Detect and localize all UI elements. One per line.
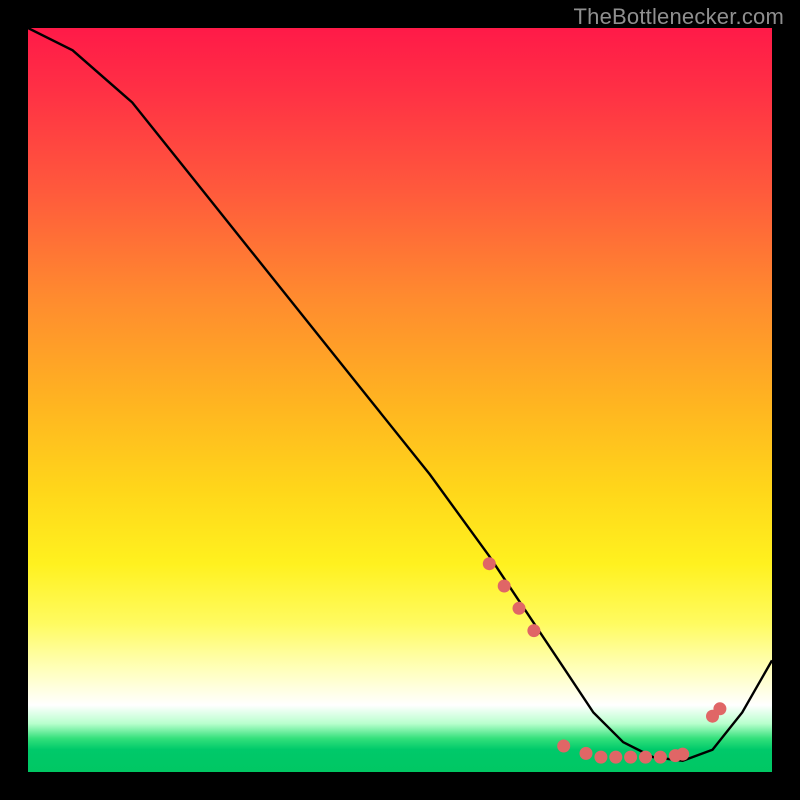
plot-area (28, 28, 772, 772)
chart-container: TheBottlenecker.com (0, 0, 800, 800)
marker-dot (527, 624, 540, 637)
marker-dot (639, 751, 652, 764)
marker-dot (498, 580, 511, 593)
marker-dot (557, 740, 570, 753)
highlight-markers (483, 557, 727, 763)
marker-dot (580, 747, 593, 760)
marker-dot (513, 602, 526, 615)
marker-dot (624, 751, 637, 764)
attribution-text: TheBottlenecker.com (574, 4, 784, 30)
marker-dot (654, 751, 667, 764)
marker-dot (676, 748, 689, 761)
curve-layer (28, 28, 772, 772)
bottleneck-curve (28, 28, 772, 761)
marker-dot (609, 751, 622, 764)
marker-dot (713, 702, 726, 715)
marker-dot (483, 557, 496, 570)
marker-dot (594, 751, 607, 764)
